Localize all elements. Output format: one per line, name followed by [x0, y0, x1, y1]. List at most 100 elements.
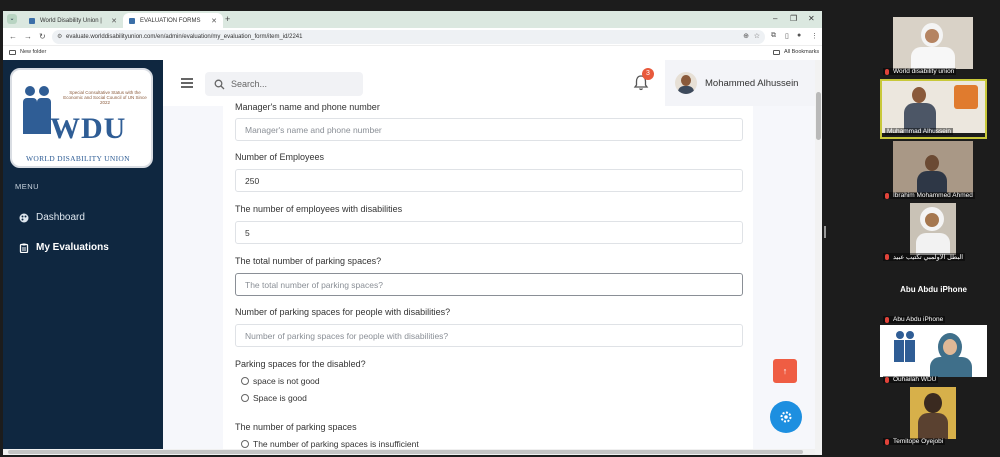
participant-video — [880, 325, 987, 377]
radio-option-not-good[interactable]: space is not good — [241, 376, 320, 386]
search-box — [205, 72, 363, 96]
hamburger-menu-icon[interactable] — [181, 78, 193, 88]
user-name: Mohammed Alhussein — [705, 77, 799, 89]
menu-kebab-icon[interactable]: ⋮ — [811, 32, 818, 40]
manager-input[interactable] — [235, 118, 743, 141]
manager-label: Manager's name and phone number — [235, 102, 380, 112]
all-bookmarks[interactable]: All Bookmarks — [773, 49, 819, 55]
participant-name: Ibrahim Mohammed Ahmed — [883, 192, 975, 199]
minimize-button[interactable]: – — [773, 14, 777, 23]
avatar — [675, 72, 697, 94]
participant-tile[interactable]: World disability union — [880, 17, 987, 77]
participant-tile[interactable]: Temitope Oyejobi — [880, 387, 987, 447]
restore-button[interactable]: ❐ — [790, 14, 797, 23]
logo-letters: WDU — [50, 112, 127, 145]
radio-label: The number of parking spaces is insuffic… — [253, 439, 419, 449]
reload-icon[interactable]: ↻ — [39, 32, 46, 41]
employees-disabilities-input[interactable] — [235, 221, 743, 244]
notification-badge: 3 — [642, 68, 654, 80]
vertical-scrollbar[interactable] — [815, 60, 822, 455]
site-favicon-icon — [29, 17, 35, 24]
tab-evaluation-forms[interactable]: EVALUATION FORMS ✕ — [123, 13, 223, 28]
tab-title: EVALUATION FORMS — [140, 17, 201, 24]
site-favicon-icon — [129, 17, 135, 24]
participant-display-name: Abu Abdu iPhone — [900, 285, 967, 294]
radio-button[interactable] — [241, 394, 249, 402]
parking-disabilities-input[interactable] — [235, 324, 743, 347]
participant-video — [910, 203, 956, 255]
url-text: evaluate.worlddisabilityunion.com/en/adm… — [66, 34, 303, 40]
folder-icon — [9, 49, 16, 55]
bookmark-label: All Bookmarks — [784, 49, 820, 55]
sidebar-item-dashboard[interactable]: Dashboard — [19, 212, 85, 223]
participant-name: Abu Abdu iPhone — [883, 316, 946, 323]
muted-mic-icon — [885, 192, 889, 199]
folder-icon — [773, 49, 780, 55]
zoom-icon[interactable]: ⊕ — [743, 30, 749, 44]
participant-video — [882, 81, 985, 133]
participant-video — [893, 17, 973, 69]
logo-tagline: Special Consultative Status with the Eco… — [63, 90, 147, 106]
horizontal-scrollbar[interactable] — [3, 449, 815, 455]
menu-heading: MENU — [15, 182, 40, 191]
sidebar-item-label: Dashboard — [36, 212, 85, 223]
participant-name: Ouhailah WDU — [883, 376, 939, 383]
top-header: 3 Mohammed Alhussein — [163, 60, 815, 106]
participant-name: Temitope Oyejobi — [883, 438, 946, 445]
muted-mic-icon — [885, 316, 889, 323]
new-tab-button[interactable]: + — [225, 14, 230, 24]
radio-option-good[interactable]: Space is good — [241, 393, 307, 403]
participant-tile-active[interactable]: Muhammad Alhussein — [880, 79, 987, 139]
participant-tile[interactable]: Abu Abdu iPhone Abu Abdu iPhone — [880, 265, 987, 325]
parking-total-input[interactable] — [235, 273, 743, 296]
radio-label: space is not good — [253, 376, 320, 386]
participant-tile[interactable]: Ouhailah WDU — [880, 325, 987, 385]
profile-icon[interactable]: ● — [797, 32, 801, 39]
sidebar-item-my-evaluations[interactable]: My Evaluations — [19, 242, 109, 253]
participant-video — [910, 387, 956, 439]
tab-title: World Disability Union | — [40, 17, 102, 24]
parking-disabilities-label: Number of parking spaces for people with… — [235, 307, 451, 317]
site-info-icon[interactable]: ⚙ — [57, 30, 62, 44]
tab-world-disability-union[interactable]: World Disability Union | ✕ — [23, 13, 123, 28]
forward-icon[interactable]: → — [24, 32, 32, 41]
employees-input[interactable] — [235, 169, 743, 192]
scroll-to-top-button[interactable]: ↑ — [773, 359, 797, 383]
employees-disabilities-label: The number of employees with disabilitie… — [235, 204, 403, 214]
wdu-logo[interactable]: Special Consultative Status with the Eco… — [10, 68, 153, 168]
address-bar-row: ← → ↻ ⚙ evaluate.worlddisabilityunion.co… — [3, 28, 822, 46]
desktop: ⌄ World Disability Union | ✕ EVALUATION … — [0, 0, 1000, 457]
bookmark-new-folder[interactable]: New folder — [9, 49, 46, 55]
close-icon[interactable]: ✕ — [211, 17, 217, 25]
extensions-icon[interactable]: ⧉ — [771, 32, 776, 40]
tab-search-icon[interactable]: ⌄ — [7, 14, 17, 24]
clipboard-icon — [19, 243, 29, 253]
sidepanel-icon[interactable]: ▯ — [785, 32, 789, 40]
bookmark-star-icon[interactable]: ☆ — [754, 30, 760, 44]
bookmarks-bar: New folder All Bookmarks — [3, 46, 822, 60]
parking-quality-label: Parking spaces for the disabled? — [235, 359, 366, 369]
palette-icon — [19, 213, 29, 223]
browser-window: ⌄ World Disability Union | ✕ EVALUATION … — [3, 11, 822, 455]
close-icon[interactable]: ✕ — [111, 17, 117, 25]
participant-tile[interactable]: البطل الاولمبي تكتيب عبيد — [880, 203, 987, 263]
radio-button[interactable] — [241, 440, 249, 448]
sidebar: Special Consultative Status with the Eco… — [3, 60, 163, 455]
participant-name: البطل الاولمبي تكتيب عبيد — [883, 253, 966, 261]
settings-gear-icon[interactable] — [770, 401, 802, 433]
back-icon[interactable]: ← — [9, 32, 17, 41]
radio-option-insufficient[interactable]: The number of parking spaces is insuffic… — [241, 439, 419, 449]
user-menu[interactable]: Mohammed Alhussein — [665, 60, 815, 106]
url-input[interactable]: ⚙ evaluate.worlddisabilityunion.com/en/a… — [52, 30, 765, 44]
participant-tile[interactable]: Ibrahim Mohammed Ahmed — [880, 141, 987, 201]
employees-label: Number of Employees — [235, 152, 325, 162]
muted-mic-icon — [885, 376, 889, 383]
participant-name: Muhammad Alhussein — [885, 128, 953, 135]
search-input[interactable] — [231, 76, 356, 92]
close-window-button[interactable]: ✕ — [808, 14, 815, 23]
search-icon — [214, 77, 225, 95]
participant-video — [893, 141, 973, 193]
panel-splitter-handle[interactable] — [824, 226, 826, 238]
muted-mic-icon — [885, 438, 889, 445]
radio-button[interactable] — [241, 377, 249, 385]
